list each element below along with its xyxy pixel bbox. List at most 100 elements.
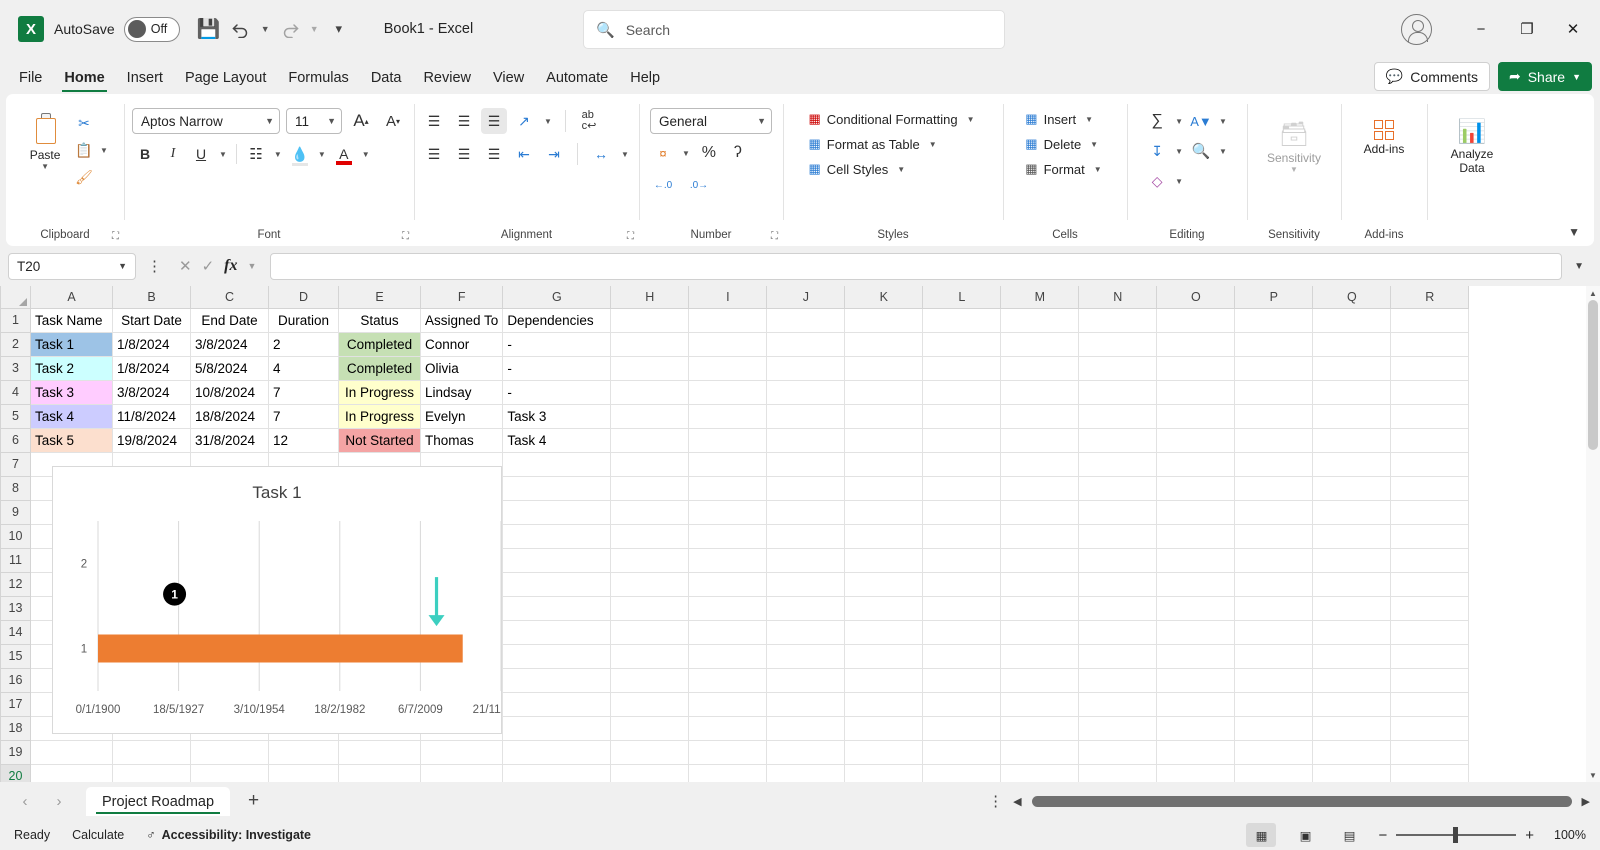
cell-R14[interactable] — [1390, 619, 1470, 645]
cell-J15[interactable] — [766, 643, 846, 669]
cell-Q4[interactable] — [1312, 379, 1392, 405]
cell-I15[interactable] — [688, 643, 768, 669]
cell-H6[interactable] — [610, 427, 690, 453]
font-color-icon[interactable]: A — [331, 141, 357, 167]
cell-F1[interactable]: Assigned To — [419, 307, 504, 333]
cell-C2[interactable]: 3/8/2024 — [190, 331, 269, 357]
cell-G1[interactable]: Dependencies — [502, 307, 612, 333]
zoom-out-button[interactable]: − — [1378, 827, 1387, 844]
cell-F3[interactable]: Olivia — [419, 355, 504, 381]
cell-I19[interactable] — [688, 739, 768, 765]
conditional-formatting-button[interactable]: ▦ Conditional Formatting ▼ — [802, 108, 983, 130]
cell-J19[interactable] — [766, 739, 846, 765]
underline-dropdown-icon[interactable]: ▼ — [216, 150, 230, 159]
column-header-E[interactable]: E — [338, 286, 421, 309]
prev-sheet-icon[interactable]: ‹ — [10, 788, 40, 814]
cell-Q5[interactable] — [1312, 403, 1392, 429]
bold-button[interactable]: B — [132, 141, 158, 167]
cell-P17[interactable] — [1234, 691, 1314, 717]
cell-N6[interactable] — [1078, 427, 1158, 453]
format-dropdown-icon[interactable]: ▼ — [1091, 165, 1105, 174]
font-name-dropdown-icon[interactable]: ▼ — [265, 116, 274, 126]
cell-O12[interactable] — [1156, 571, 1236, 597]
cell-L12[interactable] — [922, 571, 1002, 597]
cell-J18[interactable] — [766, 715, 846, 741]
formula-bar-options-icon[interactable]: ⋮ — [140, 257, 169, 275]
cell-P9[interactable] — [1234, 499, 1314, 525]
cell-L5[interactable] — [922, 403, 1002, 429]
cell-A2[interactable]: Task 1 — [30, 331, 113, 357]
cell-J13[interactable] — [766, 595, 846, 621]
fill-color-dropdown-icon[interactable]: ▼ — [315, 150, 329, 159]
cell-P1[interactable] — [1234, 307, 1314, 333]
font-color-dropdown-icon[interactable]: ▼ — [359, 150, 373, 159]
cell-M4[interactable] — [1000, 379, 1080, 405]
cell-H20[interactable] — [610, 763, 690, 782]
cell-H15[interactable] — [610, 643, 690, 669]
redo-icon[interactable] — [275, 14, 305, 44]
cell-P5[interactable] — [1234, 403, 1314, 429]
cell-I14[interactable] — [688, 619, 768, 645]
cell-R17[interactable] — [1390, 691, 1470, 717]
cell-J8[interactable] — [766, 475, 846, 501]
cell-N11[interactable] — [1078, 547, 1158, 573]
cell-A19[interactable] — [30, 739, 113, 765]
cell-M7[interactable] — [1000, 451, 1080, 477]
cancel-icon[interactable]: ✕ — [179, 257, 192, 275]
cell-A5[interactable]: Task 4 — [30, 403, 113, 429]
accounting-format-icon[interactable]: ¤ — [650, 140, 676, 166]
cell-L20[interactable] — [922, 763, 1002, 782]
cell-G16[interactable] — [502, 667, 612, 693]
cell-K1[interactable] — [844, 307, 924, 333]
cell-N18[interactable] — [1078, 715, 1158, 741]
cell-M16[interactable] — [1000, 667, 1080, 693]
cell-K6[interactable] — [844, 427, 924, 453]
enter-icon[interactable]: ✓ — [202, 257, 215, 275]
cell-P14[interactable] — [1234, 619, 1314, 645]
cell-G7[interactable] — [502, 451, 612, 477]
cell-G14[interactable] — [502, 619, 612, 645]
cell-P7[interactable] — [1234, 451, 1314, 477]
sheet-tab-project-roadmap[interactable]: Project Roadmap — [86, 786, 231, 816]
cell-H1[interactable] — [610, 307, 690, 333]
merge-center-icon[interactable]: ↔ — [588, 141, 614, 167]
cell-L14[interactable] — [922, 619, 1002, 645]
cell-F5[interactable]: Evelyn — [419, 403, 504, 429]
cell-D4[interactable]: 7 — [268, 379, 339, 405]
horizontal-scroll-thumb[interactable] — [1031, 795, 1572, 807]
cell-H7[interactable] — [610, 451, 690, 477]
cell-F20[interactable] — [419, 763, 504, 782]
format-as-table-dropdown-icon[interactable]: ▼ — [926, 140, 940, 149]
column-header-J[interactable]: J — [766, 286, 846, 309]
cell-L1[interactable] — [922, 307, 1002, 333]
cell-K2[interactable] — [844, 331, 924, 357]
cell-N12[interactable] — [1078, 571, 1158, 597]
cell-styles-dropdown-icon[interactable]: ▼ — [894, 165, 908, 174]
cell-O13[interactable] — [1156, 595, 1236, 621]
cell-J3[interactable] — [766, 355, 846, 381]
formula-input[interactable] — [270, 252, 1563, 280]
cell-R13[interactable] — [1390, 595, 1470, 621]
sheet-more-options-icon[interactable]: ⋮ — [988, 792, 1003, 810]
cell-J1[interactable] — [766, 307, 846, 333]
tab-file[interactable]: File — [8, 65, 53, 94]
cell-H13[interactable] — [610, 595, 690, 621]
clipboard-dialog-launcher[interactable]: ⛶ — [112, 231, 119, 242]
row-header-5[interactable]: 5 — [0, 403, 31, 429]
cell-K17[interactable] — [844, 691, 924, 717]
row-header-20[interactable]: 20 — [0, 763, 31, 782]
format-painter-icon[interactable]: 🖌 — [71, 164, 97, 190]
row-header-13[interactable]: 13 — [0, 595, 31, 621]
cell-M15[interactable] — [1000, 643, 1080, 669]
cell-F19[interactable] — [419, 739, 504, 765]
column-header-P[interactable]: P — [1234, 286, 1314, 309]
analyze-data-button[interactable]: 📊 Analyze Data — [1444, 114, 1501, 180]
cell-O15[interactable] — [1156, 643, 1236, 669]
accounting-dropdown-icon[interactable]: ▼ — [679, 149, 693, 158]
cell-F4[interactable]: Lindsay — [419, 379, 504, 405]
cell-Q14[interactable] — [1312, 619, 1392, 645]
find-select-icon[interactable]: 🔍 — [1188, 138, 1214, 164]
cell-O1[interactable] — [1156, 307, 1236, 333]
cell-M19[interactable] — [1000, 739, 1080, 765]
next-sheet-icon[interactable]: › — [44, 788, 74, 814]
